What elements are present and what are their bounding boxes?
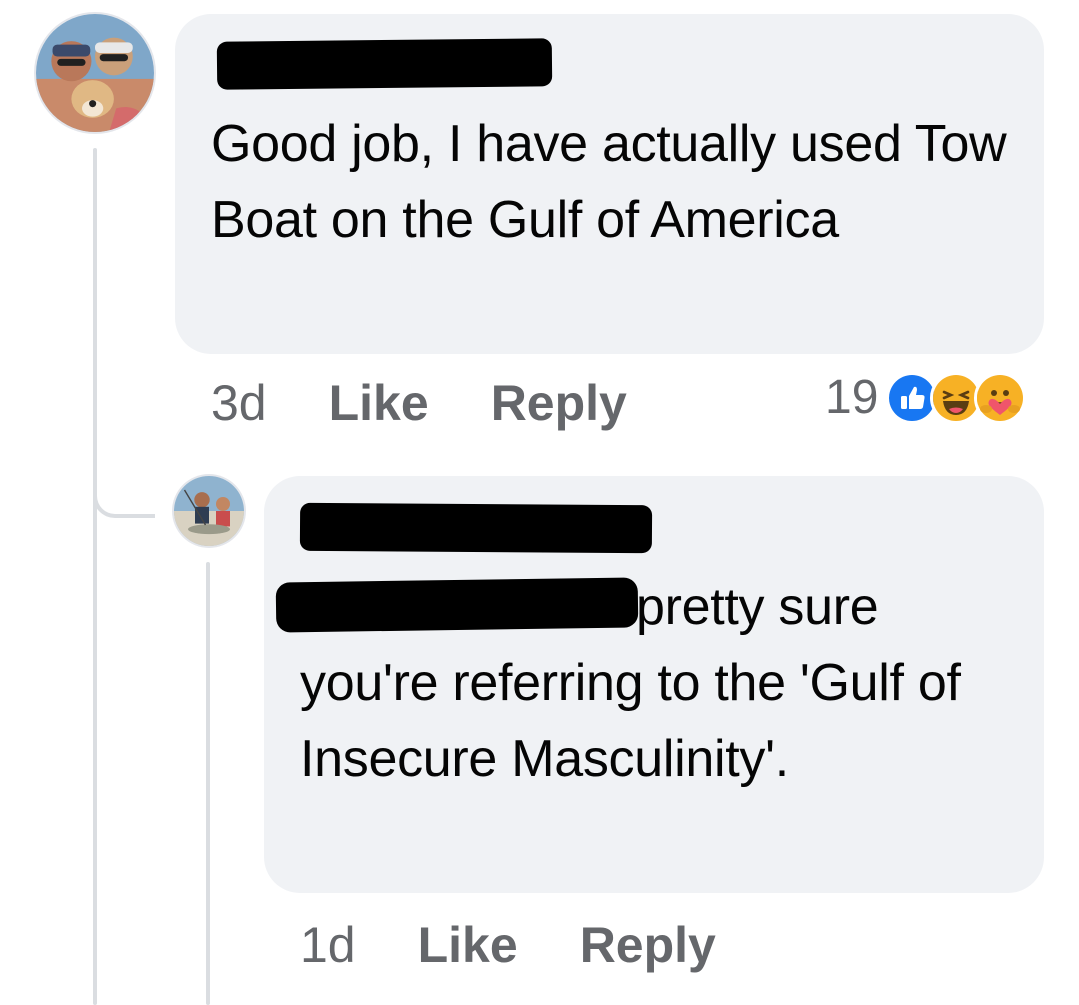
thread-line (93, 148, 97, 1005)
care-icon (974, 371, 1027, 424)
reply-reply-button[interactable]: Reply (580, 916, 716, 974)
reply-text-body: pretty sure you're referring to the 'Gul… (300, 578, 975, 788)
avatar[interactable] (36, 14, 154, 132)
comment-bubble: Good job, I have actually used Tow Boat … (175, 14, 1044, 354)
reply-like-button[interactable]: Like (418, 916, 518, 974)
comment-actions: 3d Like Reply (211, 374, 689, 432)
reply-text: pretty sure you're referring to the 'Gul… (300, 569, 1020, 797)
reaction-count: 19 (825, 371, 879, 424)
reply-avatar[interactable] (174, 476, 244, 546)
like-button[interactable]: Like (329, 374, 429, 432)
comment-text: Good job, I have actually used Tow Boat … (211, 115, 1021, 249)
reply-thread-line (206, 562, 210, 1005)
reply-author-name-redacted[interactable] (299, 502, 653, 554)
avatar-photo (36, 14, 154, 132)
thread-branch-line (93, 440, 155, 518)
reaction-icons (886, 371, 1027, 424)
avatar-photo (174, 476, 244, 546)
reply-button[interactable]: Reply (491, 374, 627, 432)
reply-timestamp[interactable]: 1d (300, 916, 356, 974)
comment-timestamp[interactable]: 3d (211, 374, 267, 432)
reaction-summary[interactable]: 19 (825, 370, 1027, 425)
reply-bubble: pretty sure you're referring to the 'Gul… (264, 476, 1044, 893)
reply-actions: 1d Like Reply (300, 916, 778, 974)
author-name-redacted[interactable] (216, 38, 553, 90)
comment-thread: Good job, I have actually used Tow Boat … (0, 0, 1079, 1005)
